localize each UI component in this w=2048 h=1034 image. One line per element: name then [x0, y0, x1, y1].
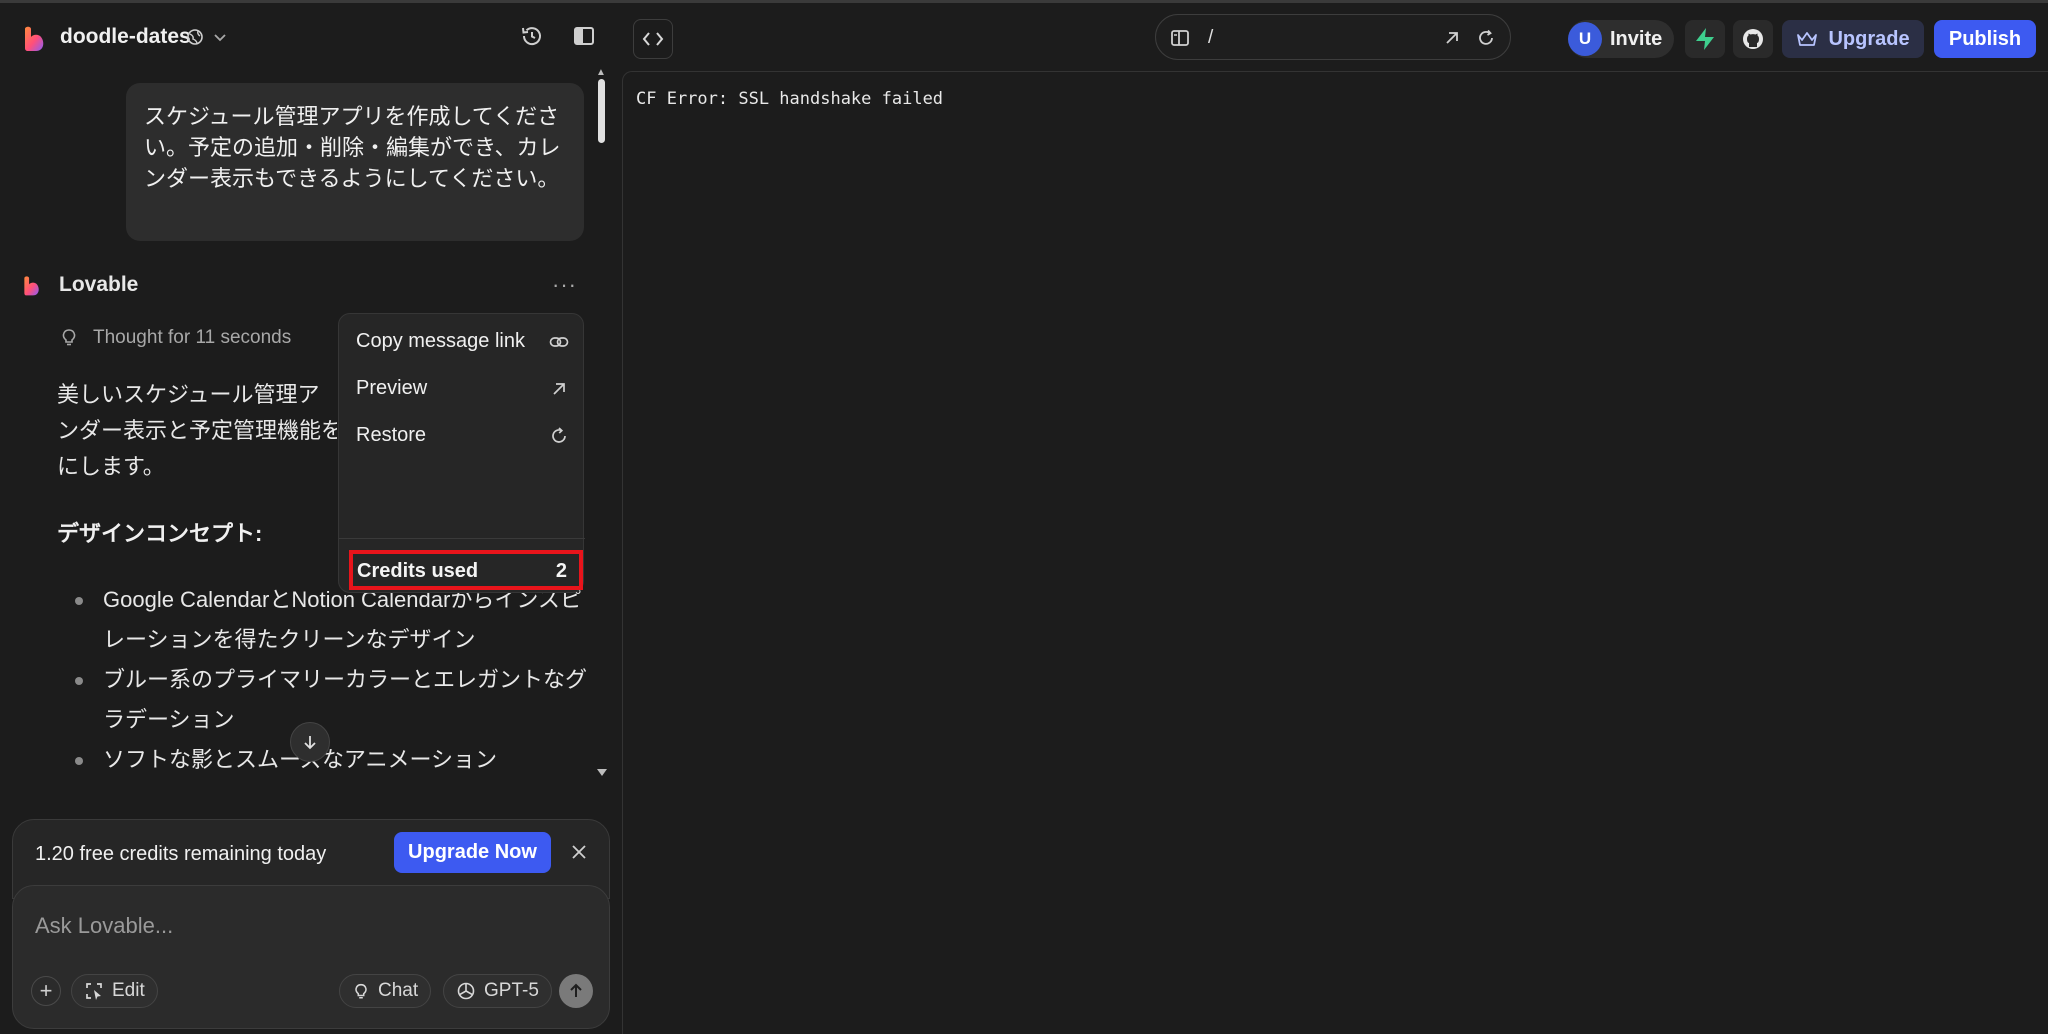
openai-icon	[457, 982, 475, 1000]
scroll-up-arrow[interactable]: ▲	[596, 67, 606, 78]
credits-remaining-text: 1.20 free credits remaining today	[35, 843, 327, 865]
attach-button[interactable]: +	[31, 976, 61, 1006]
upgrade-label: Upgrade	[1828, 27, 1910, 50]
publish-button[interactable]: Publish	[1934, 20, 2036, 58]
sidebar-icon	[574, 27, 594, 45]
more-options-icon[interactable]: ···	[552, 272, 577, 298]
menu-item-copy-link[interactable]: Copy message link	[339, 320, 585, 362]
close-icon[interactable]	[569, 842, 589, 862]
toggle-sidebar-button[interactable]	[570, 22, 598, 50]
scroll-down-arrow[interactable]	[597, 769, 607, 776]
upgrade-button[interactable]: Upgrade	[1782, 20, 1924, 58]
url-path[interactable]: /	[1208, 27, 1213, 49]
reply-line: 美しいスケジュール管理ア	[57, 382, 320, 407]
open-in-new-tab-icon[interactable]	[1442, 28, 1462, 48]
select-edit-icon	[86, 983, 102, 1000]
lightbulb-icon	[355, 983, 367, 999]
model-selector[interactable]: GPT-5	[443, 974, 552, 1008]
chat-label: Chat	[378, 980, 419, 1001]
link-icon	[549, 337, 569, 347]
plus-icon: +	[39, 978, 53, 1003]
code-icon	[642, 32, 664, 46]
assistant-name: Lovable	[59, 273, 139, 296]
arrow-up-icon	[570, 983, 582, 997]
history-icon	[522, 27, 541, 46]
chat-mode-button[interactable]: Chat	[339, 974, 432, 1008]
chat-panel: スケジュール管理アプリを作成してください。予定の追加・削除・編集ができ、カレンダ…	[0, 67, 622, 1034]
lovable-avatar-icon	[24, 276, 39, 296]
page-selector-icon[interactable]	[1170, 28, 1190, 48]
menu-item-preview[interactable]: Preview	[339, 367, 585, 409]
chat-composer: + Edit Chat GPT-5	[12, 885, 610, 1029]
user-message: スケジュール管理アプリを作成してください。予定の追加・削除・編集ができ、カレンダ…	[126, 83, 584, 241]
code-view-button[interactable]	[633, 19, 673, 59]
supabase-icon	[1696, 28, 1714, 50]
arrow-up-right-icon	[553, 383, 565, 395]
list-item: ブルー系のプライマリーカラーとエレガントなグラデーション	[57, 660, 597, 740]
thought-duration[interactable]: Thought for 11 seconds	[93, 327, 291, 349]
credits-used-row: Credits used 2	[349, 550, 583, 590]
model-label: GPT-5	[484, 980, 539, 1001]
avatar[interactable]: U	[1568, 22, 1602, 56]
scroll-to-bottom-button[interactable]	[290, 722, 330, 762]
reply-line: ンダー表示と予定管理機能を	[57, 418, 337, 443]
globe-icon	[187, 29, 203, 45]
crown-icon	[1797, 32, 1818, 46]
design-concept-heading: デザインコンセプト:	[57, 521, 263, 546]
github-icon	[1743, 29, 1763, 49]
history-button[interactable]	[518, 22, 546, 50]
menu-item-label: Copy message link	[356, 330, 525, 352]
menu-item-restore[interactable]: Restore	[339, 414, 585, 456]
send-button[interactable]	[559, 974, 593, 1008]
lightbulb-icon	[62, 329, 76, 346]
menu-item-label: Preview	[356, 377, 428, 399]
lovable-logo-icon[interactable]	[22, 25, 50, 53]
credits-used-label: Credits used	[357, 560, 479, 582]
reload-icon[interactable]	[1476, 28, 1496, 48]
invite-button[interactable]: U Invite	[1568, 20, 1674, 58]
arrow-down-icon	[304, 736, 316, 750]
menu-divider	[339, 538, 585, 539]
supabase-button[interactable]	[1685, 20, 1725, 58]
menu-item-label: Restore	[356, 424, 427, 446]
edit-label: Edit	[112, 980, 145, 1001]
credits-used-value: 2	[555, 560, 567, 582]
reply-line: にします。	[57, 454, 165, 479]
preview-pane[interactable]: CF Error: SSL handshake failed	[622, 71, 2048, 1034]
edit-button[interactable]: Edit	[71, 974, 158, 1008]
upgrade-now-button[interactable]: Upgrade Now	[394, 832, 551, 873]
assistant-reply: 美しいスケジュール管理ア ンダー表示と予定管理機能を にします。	[57, 377, 337, 485]
preview-error-text: CF Error: SSL handshake failed	[636, 89, 944, 109]
github-button[interactable]	[1733, 20, 1773, 58]
message-context-menu: Copy message link Preview Restore Credit…	[338, 313, 585, 593]
scrollbar-thumb[interactable]	[598, 79, 605, 143]
preview-url-bar[interactable]: /	[1155, 14, 1511, 60]
ask-input[interactable]	[35, 906, 575, 946]
chevron-down-icon[interactable]	[212, 31, 228, 45]
invite-label: Invite	[1610, 28, 1663, 50]
top-bar: doodle-dates / U Invite Upgrade Publish	[0, 3, 2048, 71]
restore-icon	[552, 427, 566, 443]
project-name[interactable]: doodle-dates	[60, 25, 191, 49]
